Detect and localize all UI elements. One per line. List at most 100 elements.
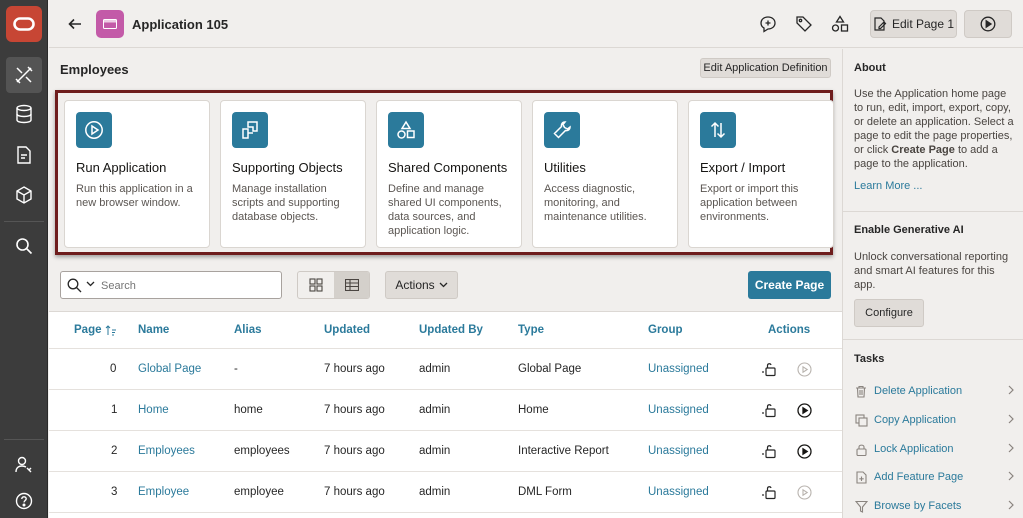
- cell-updated: 7 hours ago: [324, 445, 385, 457]
- lock-page-icon[interactable]: [762, 349, 778, 389]
- card-run-application[interactable]: Run Application Run this application in …: [64, 100, 210, 248]
- shared-components-icon[interactable]: [828, 12, 852, 36]
- configure-button[interactable]: Configure: [854, 299, 924, 327]
- pages-table: Page Name Alias Updated Updated By Type …: [49, 311, 842, 518]
- run-page-icon-disabled: [797, 472, 812, 512]
- search-field[interactable]: [60, 271, 282, 299]
- play-circle-icon: [980, 16, 996, 32]
- cell-page-name-link[interactable]: Global Page: [138, 349, 201, 389]
- run-page-icon-disabled: [797, 349, 812, 389]
- package-icon[interactable]: [6, 177, 42, 213]
- help-icon[interactable]: [6, 483, 42, 518]
- cell-updated: 7 hours ago: [324, 486, 385, 498]
- report-view-button[interactable]: [334, 272, 369, 298]
- table-row: 2 Employees employees 7 hours ago admin …: [49, 431, 842, 472]
- col-header-updated-by[interactable]: Updated By: [419, 312, 483, 348]
- cell-page-name-link[interactable]: Home: [138, 390, 169, 430]
- lock-icon: [854, 442, 868, 456]
- document-edit-icon[interactable]: [6, 137, 42, 173]
- cell-page-number: 2: [111, 445, 118, 457]
- card-export-import[interactable]: Export / Import Export or import this ap…: [688, 100, 834, 248]
- edit-application-definition-button[interactable]: Edit Application Definition: [700, 58, 831, 78]
- cell-page-name-link[interactable]: Employee: [138, 472, 189, 512]
- cell-group-link[interactable]: Unassigned: [648, 472, 709, 512]
- trash-icon: [854, 384, 868, 398]
- chevron-down-icon[interactable]: [86, 281, 95, 287]
- learn-more-link[interactable]: Learn More ...: [854, 180, 922, 192]
- main-content: Employees Edit Application Definition Ru…: [49, 49, 842, 518]
- cell-group-link[interactable]: Unassigned: [648, 349, 709, 389]
- col-header-page[interactable]: Page: [74, 312, 117, 348]
- cell-page-number: 1: [111, 404, 118, 416]
- lock-page-icon[interactable]: [762, 390, 778, 430]
- col-header-type[interactable]: Type: [518, 312, 544, 348]
- task-lock-application[interactable]: Lock Application: [854, 439, 1014, 459]
- supporting-objects-icon: [232, 112, 268, 148]
- card-title: Utilities: [544, 160, 586, 175]
- run-page-icon[interactable]: [797, 390, 812, 430]
- chevron-right-icon: [1008, 500, 1014, 510]
- user-settings-icon[interactable]: [6, 447, 42, 483]
- app-icon: [96, 10, 124, 38]
- col-header-actions: Actions: [768, 324, 811, 336]
- nav-rail: [0, 0, 48, 518]
- card-description: Access diagnostic, monitoring, and maint…: [544, 183, 647, 223]
- search-icon[interactable]: [6, 228, 42, 264]
- card-description: Manage installation scripts and supporti…: [232, 183, 340, 223]
- grid-view-button[interactable]: [298, 272, 334, 298]
- task-browse-by-facets[interactable]: Browse by Facets: [854, 496, 1014, 516]
- wrench-icon: [544, 112, 580, 148]
- col-header-alias[interactable]: Alias: [234, 312, 262, 348]
- chevron-right-icon: [1008, 443, 1014, 453]
- generative-ai-section: Enable Generative AI Unlock conversation…: [843, 212, 1023, 340]
- right-panel: About Use the Application home page to r…: [842, 49, 1023, 518]
- genai-text: Unlock conversational reporting and smar…: [854, 251, 1009, 291]
- database-icon[interactable]: [6, 96, 42, 132]
- lock-page-icon[interactable]: [762, 472, 778, 512]
- edit-page-button[interactable]: Edit Page 1: [870, 10, 957, 38]
- card-title: Run Application: [76, 160, 167, 175]
- actions-menu-button[interactable]: Actions: [385, 271, 458, 299]
- cell-type: Global Page: [518, 363, 582, 375]
- back-arrow-icon[interactable]: [63, 12, 87, 36]
- sort-ascending-icon: [105, 324, 116, 335]
- cell-page-number: 0: [110, 363, 117, 375]
- col-header-group[interactable]: Group: [648, 312, 683, 348]
- app-builder-icon[interactable]: [6, 57, 42, 93]
- card-utilities[interactable]: Utilities Access diagnostic, monitoring,…: [532, 100, 678, 248]
- about-title: About: [854, 62, 886, 74]
- col-header-name[interactable]: Name: [138, 312, 169, 348]
- card-shared-components[interactable]: Shared Components Define and manage shar…: [376, 100, 522, 248]
- cell-group-link[interactable]: Unassigned: [648, 431, 709, 471]
- feature-cards-highlight: Run Application Run this application in …: [55, 90, 834, 255]
- export-import-icon: [700, 112, 736, 148]
- cell-page-number: 3: [111, 486, 118, 498]
- task-delete-application[interactable]: Delete Application: [854, 381, 1014, 401]
- cell-group-link[interactable]: Unassigned: [648, 390, 709, 430]
- run-page-icon[interactable]: [797, 431, 812, 471]
- lock-page-icon[interactable]: [762, 431, 778, 471]
- tag-icon[interactable]: [792, 12, 816, 36]
- card-description: Export or import this application betwee…: [700, 183, 799, 223]
- col-header-updated[interactable]: Updated: [324, 312, 370, 348]
- cell-alias: home: [234, 404, 263, 416]
- oracle-logo-icon[interactable]: [6, 6, 42, 42]
- run-page-button[interactable]: [964, 10, 1012, 38]
- page-title: Employees: [60, 62, 129, 77]
- chevron-right-icon: [1008, 385, 1014, 395]
- create-page-button[interactable]: Create Page: [748, 271, 831, 299]
- add-page-icon: [854, 470, 868, 484]
- task-copy-application[interactable]: Copy Application: [854, 410, 1014, 430]
- play-circle-icon: [76, 112, 112, 148]
- search-input[interactable]: [101, 277, 271, 295]
- add-comment-icon[interactable]: [756, 12, 780, 36]
- top-bar: Application 105 Edit Page 1: [49, 0, 1023, 48]
- table-row: 0 Global Page - 7 hours ago admin Global…: [49, 349, 842, 390]
- card-title: Shared Components: [388, 160, 508, 175]
- cell-page-name-link[interactable]: Employees: [138, 431, 195, 471]
- rail-divider: [4, 221, 44, 222]
- about-text: Use the Application home page to run, ed…: [854, 88, 1014, 170]
- card-supporting-objects[interactable]: Supporting Objects Manage installation s…: [220, 100, 366, 248]
- task-add-feature-page[interactable]: Add Feature Page: [854, 467, 1014, 487]
- card-title: Supporting Objects: [232, 160, 343, 175]
